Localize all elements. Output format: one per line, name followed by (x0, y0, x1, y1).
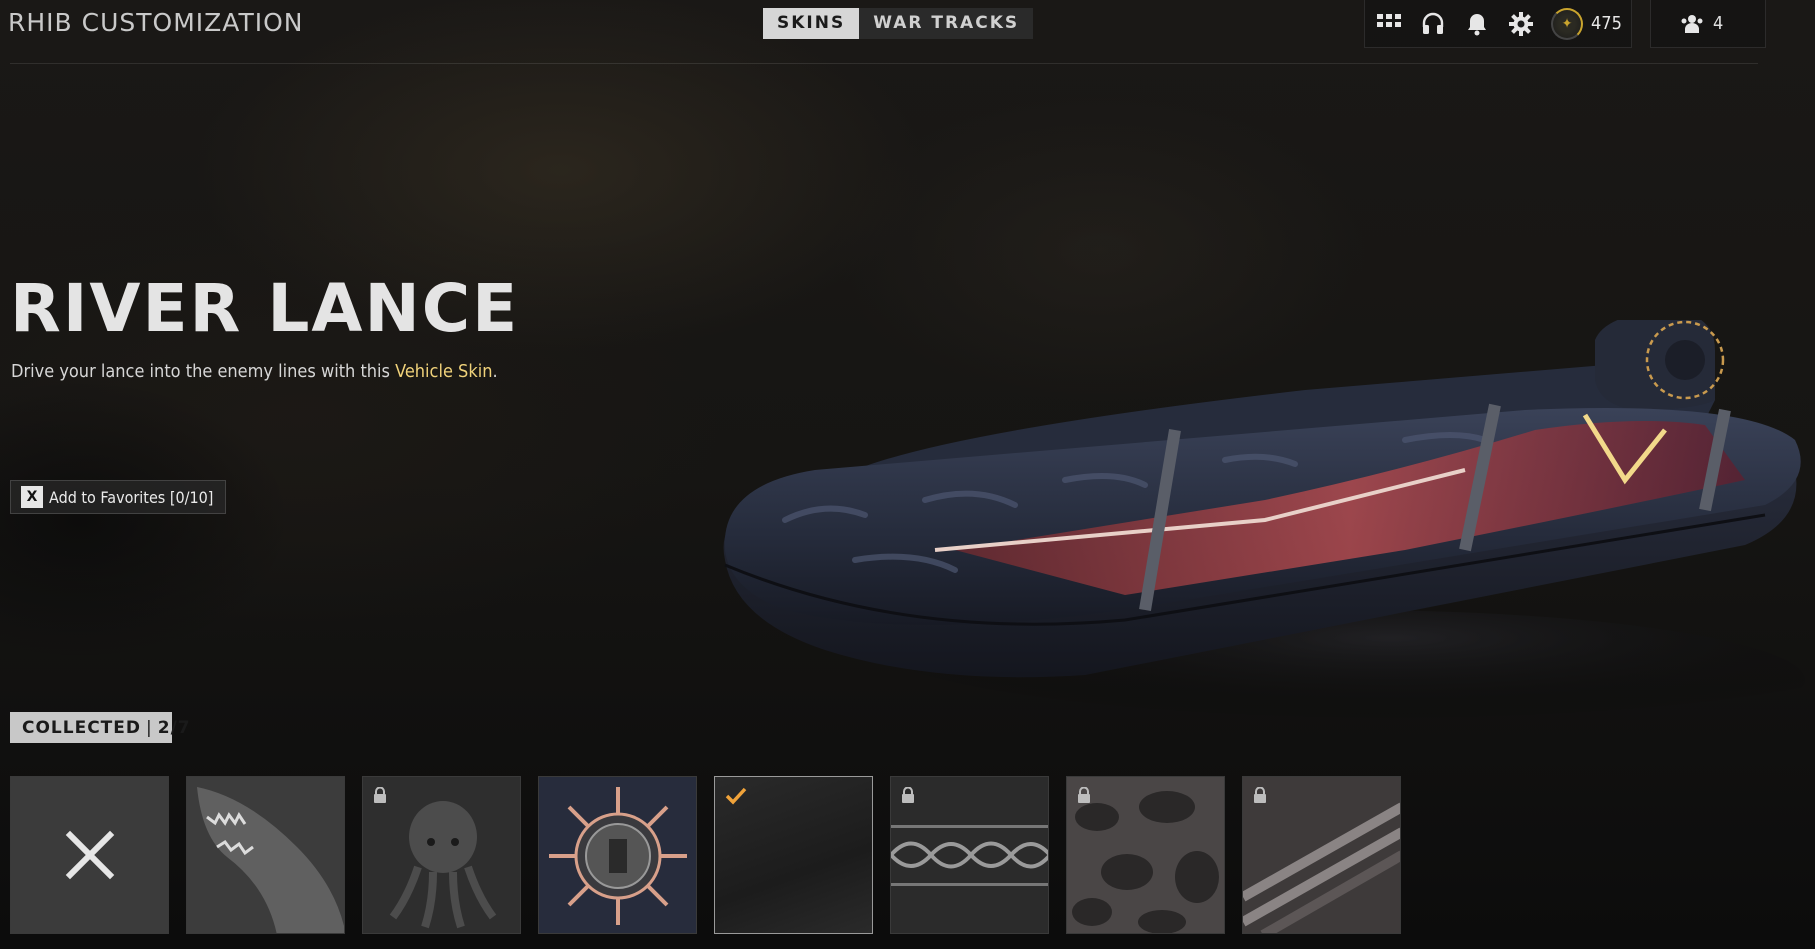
skin-desc-highlight: Vehicle Skin (395, 361, 493, 382)
customization-screen: RHIB CUSTOMIZATION SKINS WAR TRACKS ✦ 47… (0, 0, 1815, 949)
kraken-skin-tile[interactable] (362, 776, 521, 934)
remove-skin-icon (65, 830, 115, 880)
party-count: 4 (1713, 13, 1724, 34)
vehicle-preview[interactable] (705, 320, 1805, 760)
party-icon (1681, 14, 1703, 33)
collected-value: 2/7 (157, 717, 191, 738)
collected-label: COLLECTED (22, 717, 142, 738)
sun-emblem-icon (549, 787, 687, 925)
equipped-check-icon (725, 787, 747, 805)
shark-art-icon (197, 787, 344, 933)
skin-name: RIVER LANCE (10, 270, 520, 347)
skin-desc-suffix: . (492, 361, 498, 382)
skin-tile-row (10, 776, 1418, 934)
collected-separator: | (146, 717, 153, 738)
hud-toolbar: ✦ 475 (1364, 0, 1632, 48)
key-prompt-x: X (21, 486, 43, 508)
level-value: 475 (1591, 13, 1622, 34)
page-title: RHIB CUSTOMIZATION (8, 8, 304, 37)
tab-bar: SKINS WAR TRACKS (763, 8, 1034, 39)
river-lance-skin-tile[interactable] (714, 776, 873, 934)
rank-badge-icon: ✦ (1551, 7, 1583, 40)
tab-skins[interactable]: SKINS (763, 8, 860, 39)
lock-icon (902, 787, 914, 803)
party-indicator[interactable]: 4 (1650, 0, 1766, 48)
favorites-label: Add to Favorites [0/10] (49, 487, 214, 507)
camo-skin-tile[interactable] (1066, 776, 1225, 934)
lock-icon (1078, 787, 1090, 803)
stripes-skin-tile[interactable] (1242, 776, 1401, 934)
skin-description: Drive your lance into the enemy lines wi… (11, 361, 498, 382)
tab-war-tracks[interactable]: WAR TRACKS (859, 8, 1033, 39)
collected-counter: COLLECTED | 2/7 (10, 712, 190, 743)
lock-icon (1254, 787, 1266, 803)
header-divider (10, 63, 1758, 64)
shark-skin-tile[interactable] (186, 776, 345, 934)
skin-desc-prefix: Drive your lance into the enemy lines wi… (11, 361, 396, 382)
bell-icon[interactable] (1463, 10, 1491, 38)
celtic-knot-skin-tile[interactable] (890, 776, 1049, 934)
none-tile[interactable] (10, 776, 169, 934)
sun-emblem-skin-tile[interactable] (538, 776, 697, 934)
lock-icon (374, 787, 386, 803)
grid-icon[interactable] (1375, 10, 1403, 38)
gear-icon[interactable] (1507, 10, 1535, 38)
headset-icon[interactable] (1419, 10, 1447, 38)
add-to-favorites-button[interactable]: X Add to Favorites [0/10] (10, 480, 226, 514)
player-level[interactable]: ✦ 475 (1551, 7, 1622, 40)
